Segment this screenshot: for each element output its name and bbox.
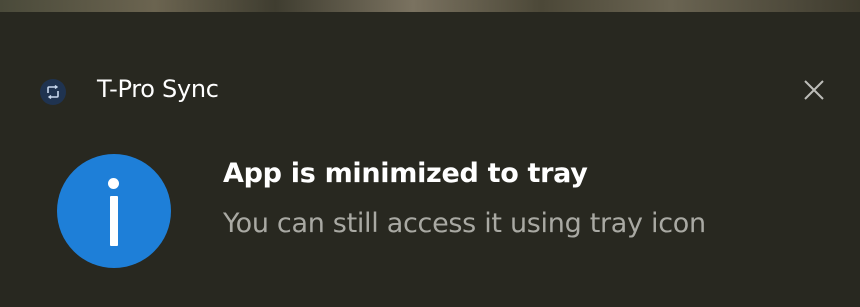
close-icon <box>804 80 824 100</box>
info-icon <box>57 154 171 268</box>
desktop-background <box>0 0 860 12</box>
close-button[interactable] <box>796 72 832 108</box>
toast-notification[interactable]: T-Pro Sync App is minimized to tray You … <box>0 12 860 307</box>
sync-app-icon <box>40 79 66 105</box>
info-icon-stem <box>109 196 118 246</box>
notification-title: App is minimized to tray <box>223 158 588 189</box>
app-name: T-Pro Sync <box>97 75 219 103</box>
notification-message: You can still access it using tray icon <box>223 208 706 239</box>
info-icon-dot <box>108 178 119 189</box>
